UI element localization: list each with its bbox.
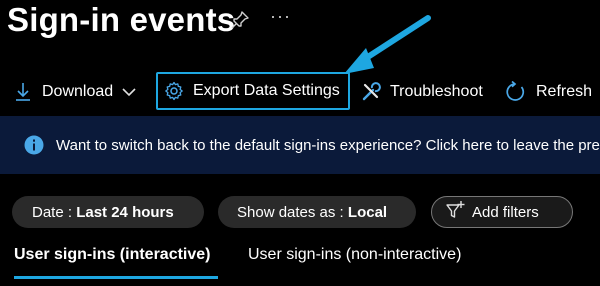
tab-user-sign-ins-non-interactive[interactable]: User sign-ins (non-interactive) (248, 246, 461, 264)
download-icon (14, 82, 32, 102)
refresh-label: Refresh (536, 83, 593, 100)
filter-bar: Date : Last 24 hours Show dates as : Loc… (0, 196, 600, 230)
download-button[interactable]: Download (14, 72, 137, 112)
chevron-down-icon[interactable] (121, 86, 137, 98)
info-icon (24, 135, 44, 155)
command-bar: Download Export Data Settings Troublesho… (0, 72, 600, 112)
date-filter-value: Last 24 hours (76, 203, 174, 221)
title-row: Sign-in events ··· (0, 0, 600, 56)
filter-add-icon (444, 200, 466, 224)
pin-icon[interactable] (230, 10, 250, 30)
show-dates-pill[interactable]: Show dates as : Local (218, 196, 416, 228)
show-dates-value: Local (347, 203, 388, 221)
add-filters-label: Add filters (472, 203, 539, 221)
banner-text: Want to switch back to the default sign-… (56, 136, 600, 154)
show-dates-prefix: Show dates as : (237, 203, 344, 221)
export-data-settings-label: Export Data Settings (193, 82, 340, 99)
page-title: Sign-in events (7, 1, 236, 38)
more-icon[interactable]: ··· (270, 6, 291, 27)
active-tab-indicator (14, 276, 218, 279)
refresh-icon (504, 81, 526, 103)
date-filter-prefix: Date : (32, 203, 73, 221)
refresh-button[interactable]: Refresh (504, 72, 592, 112)
download-label: Download (42, 83, 114, 100)
export-data-settings-button[interactable]: Export Data Settings (156, 72, 350, 110)
date-filter-pill[interactable]: Date : Last 24 hours (12, 196, 204, 228)
gear-icon (164, 81, 184, 101)
add-filters-button[interactable]: Add filters (431, 196, 573, 228)
sign-in-tabs: User sign-ins (interactive) User sign-in… (0, 240, 600, 280)
tab-user-sign-ins-interactive[interactable]: User sign-ins (interactive) (14, 246, 211, 264)
preview-banner[interactable]: Want to switch back to the default sign-… (0, 116, 600, 174)
callout-arrow-icon (344, 15, 431, 74)
